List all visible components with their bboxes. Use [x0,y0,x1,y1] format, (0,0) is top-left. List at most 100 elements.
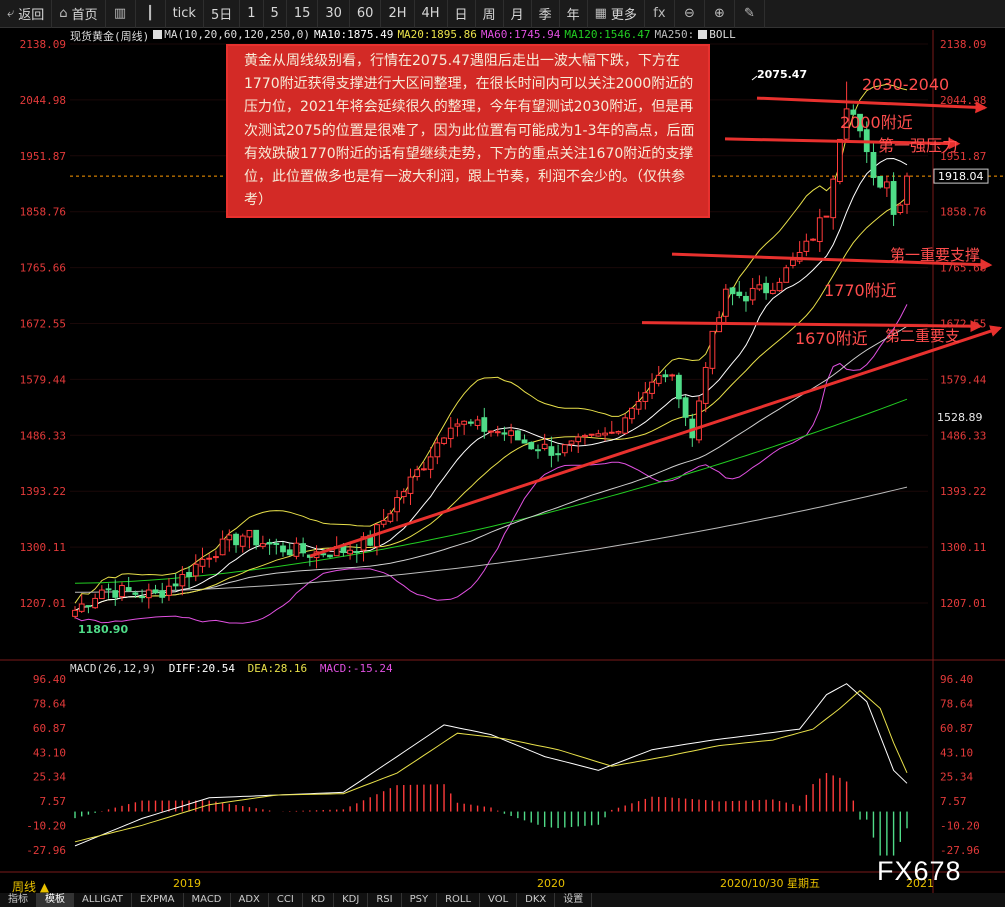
boll-toggle[interactable]: BOLL [698,28,736,41]
macd-y-tick-left: 96.40 [33,673,66,686]
candle-body [769,289,776,294]
macd-y-tick-right: 43.10 [940,746,973,759]
y-tick-left: 1393.22 [20,485,66,498]
candle-body [729,287,736,295]
candle-body [179,574,186,587]
candle-body [649,381,655,394]
candle-body [246,529,253,538]
y-tick-left: 1858.76 [20,206,66,219]
fx678-watermark: FX678 [877,856,962,886]
label-1670: 1670附近 [795,329,868,348]
candle-body [286,549,293,556]
tab-adx[interactable]: ADX [231,893,269,907]
candle-body [883,181,890,189]
uptrend-line-arrow [309,325,1003,558]
ma-params[interactable]: MA(10,20,60,120,250,0) [153,28,310,41]
tab-指标[interactable]: 指标 [0,893,37,907]
macd-y-tick-left: -10.20 [26,820,66,833]
candle-body [682,397,689,418]
candle-body [125,587,132,592]
indicator-tabs: 指标 模板 ALLIGAT EXPMA MACD ADX CCI KD KDJ RSI PSY ROL… [0,893,1005,907]
tab-macd[interactable]: MACD [184,893,231,907]
tab-dkx[interactable]: DKX [517,893,556,907]
macd-y-tick-right: 7.57 [940,795,967,808]
y-tick-left: 1300.11 [20,541,66,554]
candle-body [602,432,608,436]
tab-expma[interactable]: EXPMA [132,893,184,907]
candle-body [293,542,300,557]
candle-body [166,585,172,596]
y-tick-left: 1486.33 [20,429,66,442]
tab-模板[interactable]: 模板 [37,893,74,907]
macd-y-tick-right: 78.64 [940,697,973,710]
candle-body [186,572,192,578]
candle-body [213,556,219,559]
candle-body [488,430,494,433]
candle-body [421,468,427,471]
candle-body [763,282,769,294]
candle-body [709,330,716,369]
x-tick: 2019 [173,877,201,890]
y-tick-left: 1672.55 [20,318,66,331]
candle-body [494,431,501,434]
candle-body [206,557,213,560]
candle-body [528,441,535,450]
macd-dea-line [74,689,908,843]
candle-body [300,543,307,554]
y-tick-right: 1393.22 [940,485,986,498]
tab-cci[interactable]: CCI [269,893,303,907]
tab-alligat[interactable]: ALLIGAT [74,893,132,907]
candle-body [105,588,112,591]
macd-y-tick-left: -27.96 [26,844,66,857]
tab-kdj[interactable]: KDJ [334,893,369,907]
candle-body [756,284,763,290]
ma120-value: MA120:1546.47 [564,28,651,41]
candle-body [877,175,884,188]
macd-value: MACD:-15.24 [319,662,393,675]
candle-body [474,419,481,426]
candle-body [904,175,910,205]
candle-body [514,430,521,441]
tab-roll[interactable]: ROLL [437,893,481,907]
label-1528: 1528.89 [937,411,983,424]
y-tick-left: 2044.98 [20,94,66,107]
candle-body [870,152,877,178]
candle-body [810,238,816,241]
macd-dea: DEA:28.16 [247,662,308,675]
candle-body [387,513,394,522]
candle-body [347,549,353,555]
candle-body [199,558,206,567]
symbol-title[interactable]: 现货黄金(周线) [70,28,149,43]
candle-body [823,215,830,218]
candle-body [608,431,615,434]
candle-body [535,449,541,452]
label-2000: 2000附近 [840,113,913,132]
tab-rsi[interactable]: RSI [368,893,402,907]
candle-body [702,366,709,404]
label-second-support: 第二重要支 [885,327,960,345]
candle-body [72,609,78,617]
macd-params[interactable]: MACD(26,12,9) [70,662,156,675]
candle-body [675,374,682,400]
candle-body [508,430,515,436]
tab-设置[interactable]: 设置 [555,893,593,907]
y-tick-left: 1765.66 [20,262,66,275]
candle-body [749,287,756,301]
candle-body [192,563,199,577]
candle-body [407,476,414,494]
candle-body [790,259,796,266]
candle-body [521,439,528,444]
candle-body [152,589,159,594]
tab-psy[interactable]: PSY [402,893,438,907]
y-tick-left: 1951.87 [20,150,66,163]
ma10-value: MA10:1875.49 [313,28,394,41]
candle-body [481,417,488,432]
candle-body [253,529,260,546]
candle-body [501,432,508,435]
candle-body [85,605,92,608]
candle-body [555,453,561,456]
candle-body [743,295,749,302]
candle-body [662,374,669,378]
tab-vol[interactable]: VOL [480,893,518,907]
tab-kd[interactable]: KD [303,893,335,907]
